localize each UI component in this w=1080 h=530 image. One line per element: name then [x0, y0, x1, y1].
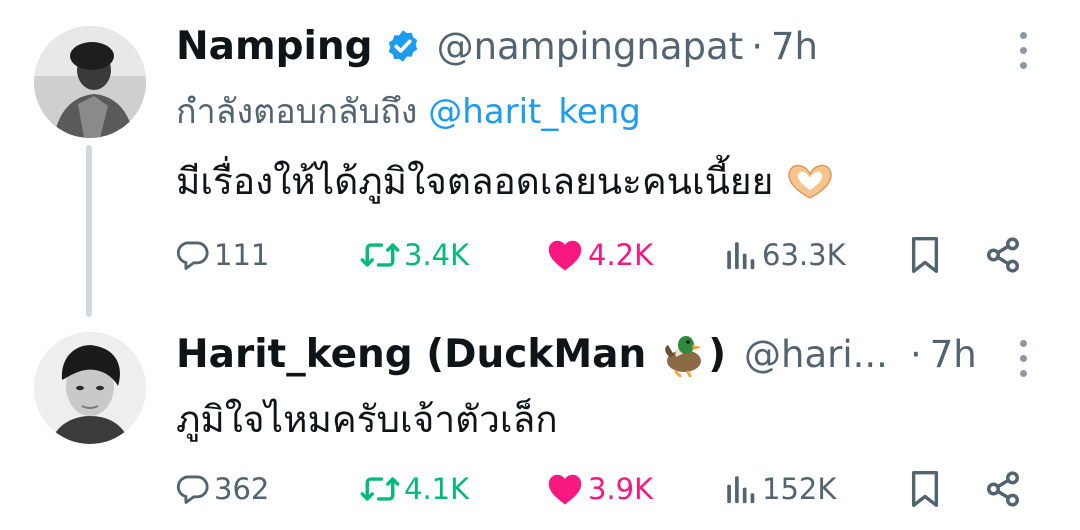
user-handle[interactable]: @nampingnapat — [437, 25, 744, 68]
replying-to: กำลังตอบกลับถึง @harit_keng — [176, 84, 641, 138]
repost-icon — [360, 477, 400, 501]
avatar-harit-keng[interactable] — [34, 332, 146, 444]
repost-button[interactable]: 4.1K — [360, 464, 469, 514]
user-handle[interactable]: @hari... — [744, 333, 888, 376]
share-button[interactable] — [984, 464, 1022, 514]
duck-emoji — [660, 331, 704, 377]
reply-button[interactable]: 111 — [176, 230, 269, 280]
time-separator: · — [751, 24, 763, 68]
tweet-header: Namping @nampingnapat · 7h — [176, 16, 818, 76]
timestamp[interactable]: 7h — [771, 25, 818, 68]
time-separator: · — [909, 332, 922, 376]
avatar-harit-keng-image — [34, 332, 146, 444]
reply-count: 111 — [214, 238, 270, 272]
repost-button[interactable]: 3.4K — [360, 230, 469, 280]
heart-hands-emoji — [785, 162, 835, 202]
timestamp[interactable]: 7h — [930, 333, 977, 376]
reply-mention-link[interactable]: @harit_keng — [428, 92, 641, 132]
views-button[interactable]: 63.3K — [722, 230, 846, 280]
views-icon — [727, 242, 755, 270]
more-icon[interactable] — [1016, 340, 1030, 377]
bookmark-icon — [911, 471, 939, 507]
tweet-text: ภูมิใจไหมครับเจ้าตัวเล็ก — [176, 390, 558, 449]
repost-count: 3.4K — [404, 238, 470, 272]
views-icon — [727, 476, 755, 504]
share-button[interactable] — [984, 230, 1022, 280]
reply-button[interactable]: 362 — [176, 464, 269, 514]
share-icon — [987, 237, 1019, 273]
views-button[interactable]: 152K — [722, 464, 836, 514]
share-icon — [987, 471, 1019, 507]
tweet-text-body: มีเรื่องให้ได้ภูมิใจตลอดเลยนะคนเนี้ยย — [176, 160, 774, 203]
bookmark-icon — [911, 237, 939, 273]
avatar-namping[interactable] — [34, 26, 146, 138]
reply-icon — [176, 241, 209, 270]
replying-to-label: กำลังตอบกลับถึง — [176, 92, 418, 132]
like-count: 3.9K — [588, 472, 654, 506]
display-name-close[interactable]: ) — [708, 332, 726, 377]
view-count: 63.3K — [762, 238, 846, 272]
view-count: 152K — [762, 472, 837, 506]
repost-icon — [360, 243, 400, 267]
like-icon — [548, 474, 582, 505]
avatar-namping-image — [34, 26, 146, 138]
tweet-header: Harit_keng (DuckMan ) @hari... · 7h — [176, 324, 977, 384]
verified-badge-icon[interactable] — [385, 28, 421, 64]
reply-icon — [176, 475, 209, 504]
tweet-actions: 111 3.4K 4.2K 63.3K — [176, 230, 1036, 280]
like-count: 4.2K — [588, 238, 654, 272]
display-name[interactable]: Namping — [176, 24, 373, 69]
tweet-text: มีเรื่องให้ได้ภูมิใจตลอดเลยนะคนเนี้ยย — [176, 152, 841, 211]
more-icon[interactable] — [1016, 32, 1030, 69]
thread-line — [86, 145, 92, 317]
like-button[interactable]: 4.2K — [546, 230, 653, 280]
display-name[interactable]: Harit_keng (DuckMan — [176, 332, 646, 377]
reply-count: 362 — [214, 472, 270, 506]
tweet-text-body: ภูมิใจไหมครับเจ้าตัวเล็ก — [176, 398, 558, 441]
tweet-actions: 362 4.1K 3.9K 152K — [176, 464, 1036, 514]
bookmark-button[interactable] — [908, 230, 942, 280]
like-button[interactable]: 3.9K — [546, 464, 653, 514]
like-icon — [548, 240, 582, 271]
bookmark-button[interactable] — [908, 464, 942, 514]
repost-count: 4.1K — [404, 472, 470, 506]
